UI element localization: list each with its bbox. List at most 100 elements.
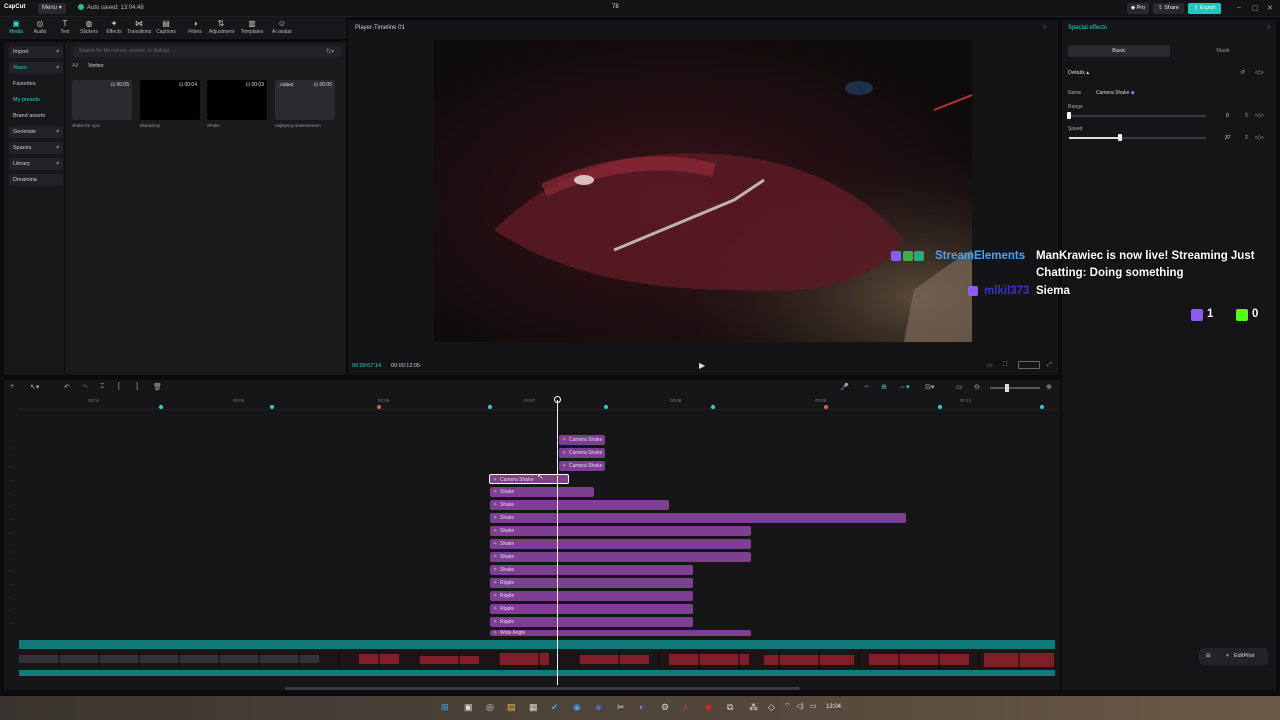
details-section[interactable]: Details ▴ xyxy=(1068,70,1089,76)
filter-all-tab[interactable]: All xyxy=(72,63,78,69)
tool-captions[interactable]: ▤ Captions xyxy=(154,19,178,38)
marker[interactable] xyxy=(1040,405,1044,409)
marker[interactable] xyxy=(159,405,163,409)
tab-basic[interactable]: Basic xyxy=(1068,45,1170,57)
nav-dreamina[interactable]: Dreamina xyxy=(9,174,63,186)
tab-mask[interactable]: Mask xyxy=(1172,45,1274,57)
media-item[interactable]: Added ⊡ 00:05 xyxy=(275,80,335,120)
effect-clip[interactable]: ✧ Camera Shake xyxy=(559,461,605,471)
split-icon[interactable]: ⌶ xyxy=(100,383,104,391)
keyframe-icon[interactable]: ‹◇› xyxy=(1255,69,1264,76)
fullscreen-icon[interactable]: ⤢ xyxy=(1047,362,1052,369)
audio-track[interactable] xyxy=(19,670,1055,676)
effect-clip[interactable]: ✧ Ripple xyxy=(490,578,693,588)
media-item[interactable]: ⊡ 00:05 xyxy=(72,80,132,120)
tray-overflow-icon[interactable]: ⁂ xyxy=(749,702,758,713)
capcut-icon[interactable]: ⧉ xyxy=(727,702,733,713)
effect-clip[interactable]: ✧ Shake xyxy=(490,539,751,549)
stepper-icon[interactable]: ⇕ xyxy=(1244,134,1249,141)
sort-icon[interactable]: ⇅▾ xyxy=(326,48,334,55)
filter-vortex-tab[interactable]: Vortex xyxy=(88,63,104,69)
effect-clip[interactable]: ✧ Camera Shake xyxy=(559,448,605,458)
caption-icon[interactable]: ▭ xyxy=(956,383,963,391)
task-view-icon[interactable]: ▣ xyxy=(464,702,473,713)
play-icon[interactable]: ▶ xyxy=(699,361,705,370)
editpilot-button[interactable]: ⊟ ✦ EditPilot xyxy=(1199,648,1268,665)
quality-icon[interactable] xyxy=(1018,361,1040,369)
time-ruler[interactable] xyxy=(18,396,1058,410)
delete-icon[interactable]: 🗑 xyxy=(153,383,162,391)
zoom-in-icon[interactable]: ⊕ xyxy=(1046,383,1052,391)
battery-icon[interactable]: ▭ xyxy=(810,702,817,710)
effect-clip[interactable]: ✧ Shake xyxy=(490,500,669,510)
effect-clip[interactable]: ✧ Wide Angle xyxy=(490,630,751,636)
video-clip-filmstrip[interactable] xyxy=(19,650,1055,670)
trim-right-icon[interactable]: ] xyxy=(136,383,138,390)
keyframe-icon[interactable]: ‹◇› xyxy=(1255,112,1264,119)
effect-clip[interactable]: ✧ Shake xyxy=(490,526,751,536)
effect-clip[interactable]: ✧ Shake xyxy=(490,487,594,497)
wifi-icon[interactable]: ⌔ xyxy=(784,702,791,711)
nav-library[interactable]: Library ▾ xyxy=(9,158,63,170)
tiktok-icon[interactable]: ♪ xyxy=(683,702,688,712)
browser-icon[interactable]: ◉ xyxy=(573,702,581,713)
nav-my-presets[interactable]: My presets xyxy=(9,94,63,106)
hamburger-icon[interactable]: ≡ xyxy=(1267,25,1271,31)
search-icon[interactable]: ◎ xyxy=(486,702,494,713)
app-icon[interactable]: ⚙ xyxy=(661,702,669,713)
marker[interactable] xyxy=(824,405,828,409)
taskbar-clock[interactable]: 13:04 xyxy=(826,704,841,710)
video-track-header[interactable] xyxy=(19,640,1055,649)
select-tool-icon[interactable]: ↖▾ xyxy=(30,383,39,391)
tool-stickers[interactable]: ◍ Stickers xyxy=(77,19,101,38)
effect-clip[interactable]: ✧ Ripple xyxy=(490,604,693,614)
nav-yours[interactable]: Yours ▾ xyxy=(9,62,63,74)
redo-icon[interactable]: ↷ xyxy=(82,383,88,391)
tool-audio[interactable]: ◎ Audio xyxy=(28,19,52,38)
nav-generate[interactable]: Generate ▾ xyxy=(9,126,63,138)
keyframe-icon[interactable]: ‹◇› xyxy=(1255,134,1264,141)
marker[interactable] xyxy=(711,405,715,409)
nav-spaces[interactable]: Spaces ▾ xyxy=(9,142,63,154)
range-slider[interactable] xyxy=(1069,115,1206,117)
search-input[interactable]: Search for file names, scenes, or dialog… xyxy=(73,46,341,57)
marker[interactable] xyxy=(377,405,381,409)
speed-slider[interactable] xyxy=(1069,137,1206,139)
volume-icon[interactable]: ◁) xyxy=(796,702,804,710)
effect-clip[interactable]: ✧ Shake xyxy=(490,565,693,575)
marker[interactable] xyxy=(604,405,608,409)
maximize-icon[interactable]: ▢ xyxy=(1252,4,1259,12)
range-value[interactable]: 0 xyxy=(1226,113,1229,119)
windows-start-icon[interactable]: ⊞ xyxy=(441,702,449,713)
microphone-icon[interactable]: 🎤 xyxy=(840,383,849,391)
hamburger-icon[interactable]: ≡ xyxy=(1043,25,1047,31)
export-button[interactable]: ⇧ Export xyxy=(1188,3,1221,14)
close-icon[interactable]: ✕ xyxy=(1267,4,1273,12)
marker[interactable] xyxy=(938,405,942,409)
app-icon[interactable]: ◈ xyxy=(595,702,602,713)
playhead-handle[interactable] xyxy=(554,396,561,403)
preview-axis-icon[interactable]: ⊟▾ xyxy=(925,383,934,391)
add-track-icon[interactable]: + xyxy=(10,383,14,390)
speed-slider-handle[interactable] xyxy=(1117,134,1122,141)
range-slider-handle[interactable] xyxy=(1067,112,1071,119)
link-icon[interactable]: ⇔ xyxy=(863,383,870,390)
tool-ai-avatar[interactable]: ☺ AI avatar xyxy=(270,19,294,38)
trim-left-icon[interactable]: [ xyxy=(118,383,120,390)
effect-clip[interactable]: ✧ Shake xyxy=(490,513,906,523)
playhead[interactable] xyxy=(557,400,558,685)
app-icon[interactable]: ◆ xyxy=(705,702,712,713)
menu-button[interactable]: Menu ▾ xyxy=(38,3,66,14)
tool-text[interactable]: T Text xyxy=(53,19,77,38)
timeline-scrollbar[interactable] xyxy=(285,687,800,690)
media-item[interactable]: ⊡ 00:03 xyxy=(207,80,267,120)
zoom-slider-handle[interactable] xyxy=(1005,384,1009,392)
file-explorer-icon[interactable]: ▤ xyxy=(507,702,516,713)
tool-filters[interactable]: ◑ Filters xyxy=(183,19,207,38)
marker[interactable] xyxy=(488,405,492,409)
nav-import[interactable]: Import ▾ xyxy=(9,46,63,58)
video-preview[interactable] xyxy=(434,40,972,342)
marker[interactable] xyxy=(270,405,274,409)
project-title[interactable]: 78 xyxy=(612,4,619,10)
minimize-icon[interactable]: – xyxy=(1237,4,1241,11)
